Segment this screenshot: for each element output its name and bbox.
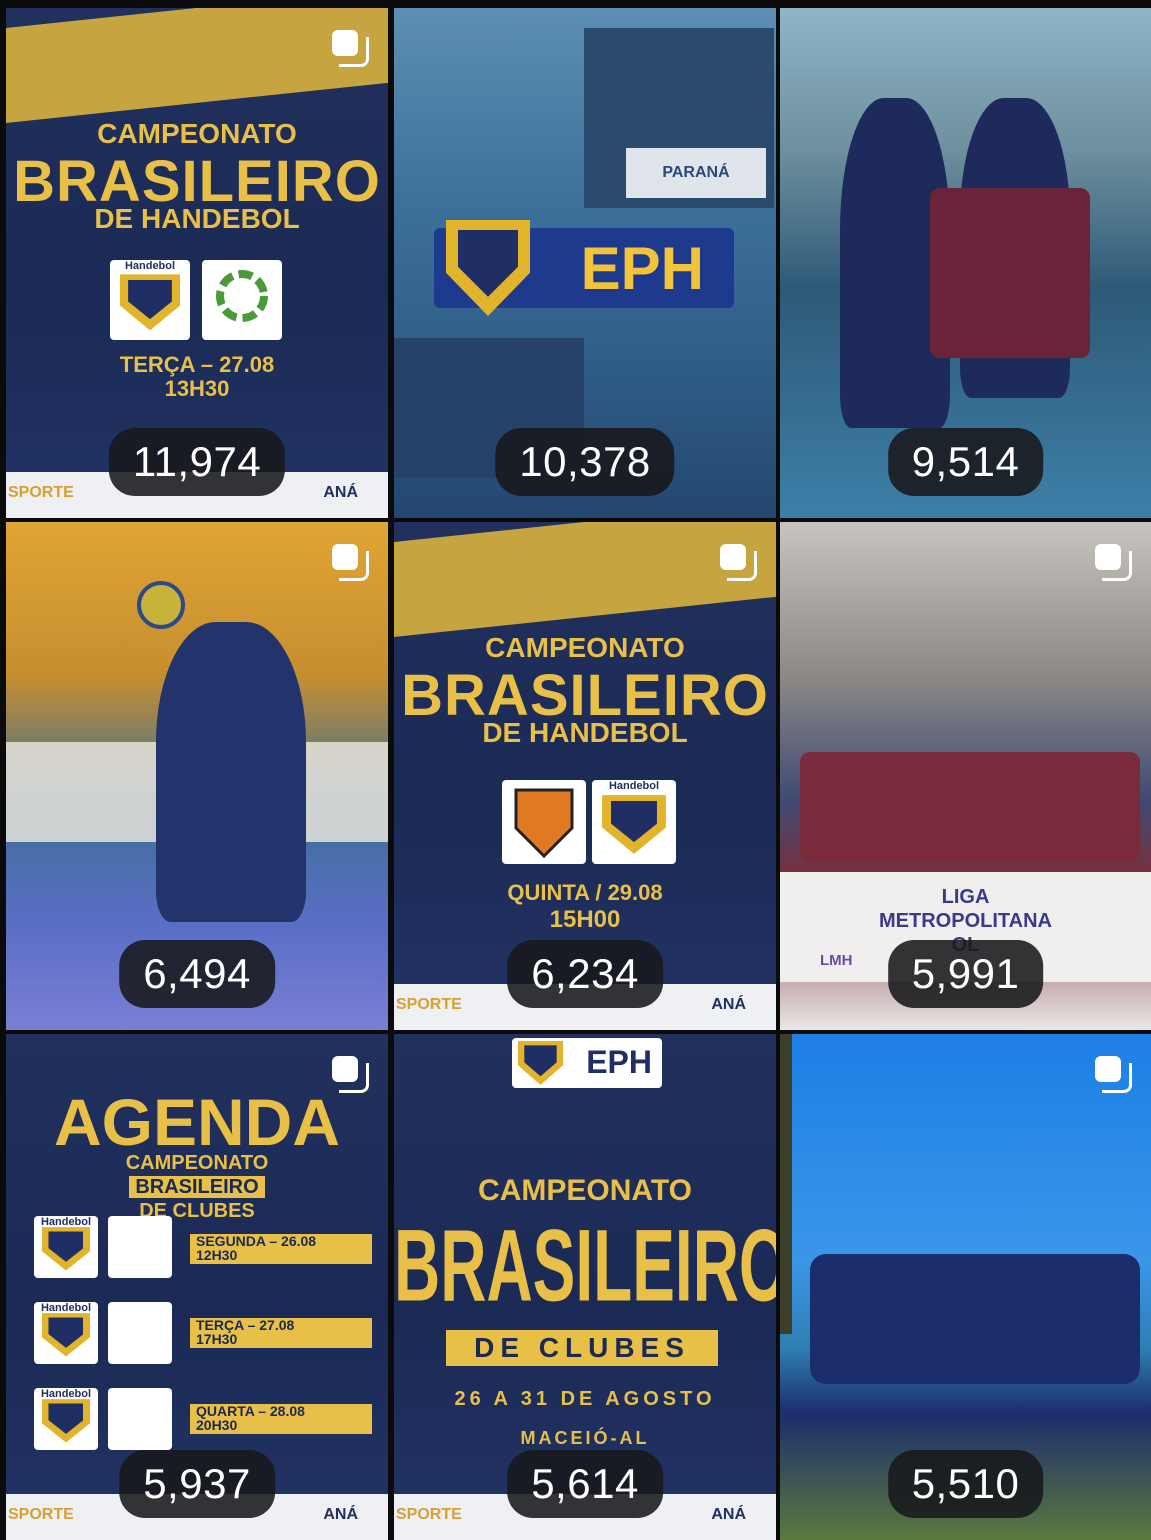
eph-logo-text: EPH — [580, 235, 704, 302]
carousel-icon — [332, 544, 369, 581]
parana-banner: PARANÁ — [626, 148, 766, 198]
opponent-logo — [108, 1302, 172, 1364]
team-logo-eph: Handebol — [34, 1302, 98, 1364]
handball-icon — [137, 581, 185, 629]
poster-line2: BRASILEIRO — [129, 1176, 265, 1198]
carousel-icon — [720, 544, 757, 581]
view-count-badge: 11,974 — [108, 428, 286, 496]
poster-line2: BRASILEIRO — [394, 1207, 776, 1323]
post-tile-2[interactable]: PARANÁ EPH 10,378 — [394, 8, 776, 518]
post-tile-4[interactable]: 6,494 — [6, 522, 388, 1030]
decorative-stripe — [6, 8, 388, 126]
shield-icon — [119, 274, 181, 331]
poster-title-line3: DE HANDEBOL — [94, 203, 300, 234]
view-count-badge: 5,937 — [119, 1450, 275, 1518]
carousel-icon — [1095, 1056, 1132, 1093]
jersey — [930, 188, 1090, 358]
team-logo-eph: Handebol — [34, 1388, 98, 1450]
view-count-badge: 5,614 — [507, 1450, 663, 1518]
ghc-emblem-icon — [514, 788, 574, 859]
post-tile-7[interactable]: AGENDA CAMPEONATO BRASILEIRO DE CLUBES H… — [6, 1034, 388, 1540]
poster-line1: CAMPEONATO — [478, 1174, 692, 1207]
poster-title: AGENDA — [53, 1085, 340, 1159]
eph-brand-card: EPH — [512, 1038, 662, 1088]
shield-icon — [41, 1313, 91, 1357]
decorative-stripe — [394, 522, 776, 640]
team-group — [800, 752, 1140, 862]
post-tile-5[interactable]: CAMPEONATO BRASILEIRO DE HANDEBOL Handeb… — [394, 522, 776, 1030]
poster-title-line3: DE HANDEBOL — [482, 717, 688, 748]
poster-title-line1: CAMPEONATO — [485, 632, 685, 663]
lmh-mark: LMH — [820, 952, 853, 969]
game-1: SEGUNDA – 26.08 12H30 — [190, 1234, 372, 1264]
poster-time: 13H30 — [164, 376, 230, 401]
view-count-badge: 6,494 — [119, 940, 275, 1008]
view-count-badge: 10,378 — [495, 428, 675, 496]
aces-emblem-icon — [216, 270, 268, 322]
game-3: QUARTA – 28.08 20H30 — [190, 1404, 372, 1434]
poster-time: 15H00 — [549, 906, 621, 933]
post-tile-8[interactable]: EPH CAMPEONATO BRASILEIRO DE CLUBES 26 A… — [394, 1034, 776, 1540]
banner-line2: METROPOLITANA — [879, 910, 1052, 932]
game-2: TERÇA – 27.08 17H30 — [190, 1318, 372, 1348]
poster-date: QUINTA / 29.08 — [507, 880, 663, 905]
poster-line3: DE CLUBES — [446, 1330, 718, 1366]
shield-icon — [602, 795, 666, 854]
opponent-logo — [108, 1388, 172, 1450]
poster-line1: CAMPEONATO — [125, 1152, 269, 1174]
view-count-badge: 6,234 — [507, 940, 663, 1008]
post-tile-1[interactable]: CAMPEONATO BRASILEIRO DE HANDEBOL Handeb… — [6, 8, 388, 518]
carousel-icon — [332, 1056, 369, 1093]
palm-trunk — [780, 1034, 792, 1334]
poster-title-line1: CAMPEONATO — [97, 118, 297, 149]
team-group — [810, 1254, 1140, 1384]
poster-date: TERÇA – 27.08 — [119, 352, 275, 377]
shield-icon — [41, 1227, 91, 1271]
player-figure — [156, 622, 306, 922]
team-logo-eph: Handebol — [34, 1216, 98, 1278]
poster-place: MACEIÓ-AL — [520, 1428, 650, 1448]
team-logo-ghc — [502, 780, 586, 864]
eph-logo-text: EPH — [586, 1044, 652, 1080]
view-count-badge: 5,510 — [887, 1450, 1044, 1518]
shield-icon — [446, 220, 530, 316]
view-count-badge: 5,991 — [887, 940, 1044, 1008]
shield-icon — [41, 1399, 91, 1443]
view-count-badge: 9,514 — [887, 428, 1044, 496]
post-tile-3[interactable]: 9,514 — [780, 8, 1151, 518]
post-tile-9[interactable]: 5,510 — [780, 1034, 1151, 1540]
opponent-logo — [108, 1216, 172, 1278]
shield-icon — [518, 1041, 563, 1085]
poster-dates: 26 A 31 DE AGOSTO — [454, 1388, 716, 1410]
team-logo-eph: Handebol — [592, 780, 676, 864]
carousel-icon — [332, 30, 369, 67]
team-logo-eph: Handebol — [110, 260, 190, 340]
eph-brand-bar: EPH — [434, 220, 734, 316]
banner-line1: LIGA — [941, 886, 990, 908]
post-tile-6[interactable]: LIGA METROPOLITANA OL LMH 5,991 — [780, 522, 1151, 1030]
profile-posts-grid: CAMPEONATO BRASILEIRO DE HANDEBOL Handeb… — [6, 8, 1151, 1540]
carousel-icon — [1095, 544, 1132, 581]
team-logo-aces — [202, 260, 282, 340]
